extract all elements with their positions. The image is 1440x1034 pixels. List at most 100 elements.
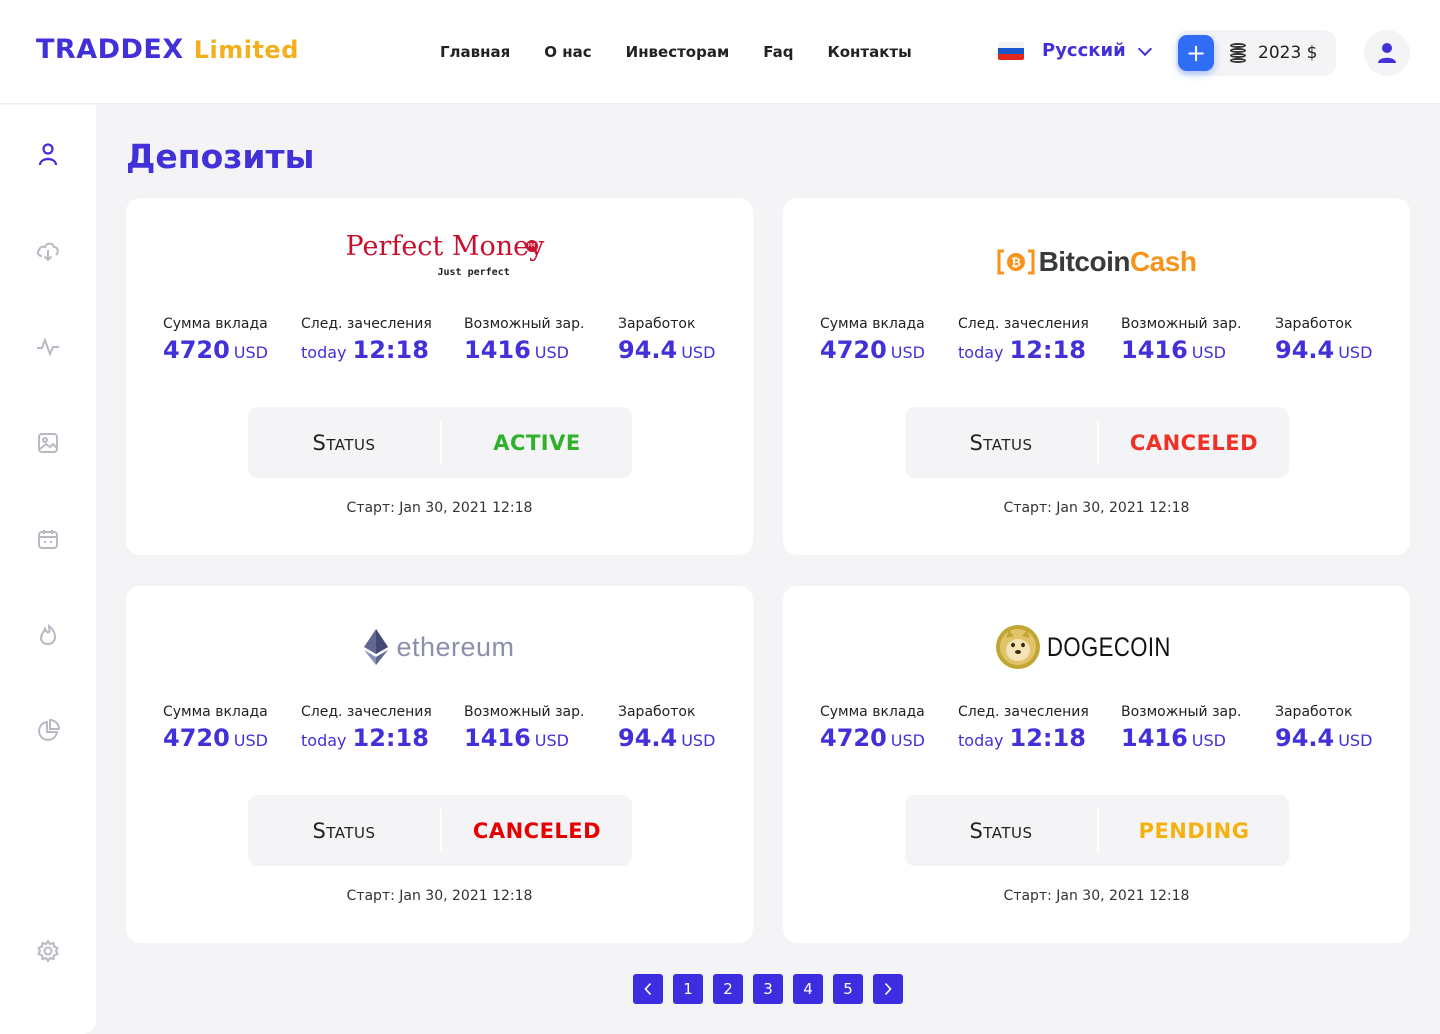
stat-prefix: today — [958, 343, 1004, 362]
logo-text-cash: Cash — [1129, 246, 1197, 277]
dogecoin-icon — [995, 625, 1040, 669]
stat-next-accrual: След. зачесления today 12:18 — [958, 704, 1089, 752]
sidebar — [0, 105, 96, 1034]
stat-possible-earnings: Возможный зар. 1416 USD — [464, 704, 584, 752]
stat-label: След. зачесления — [301, 704, 432, 720]
page-button-5[interactable]: 5 — [833, 974, 863, 1004]
status-label: Status — [969, 818, 1033, 843]
start-date: Старт: Jan 30, 2021 12:18 — [1003, 888, 1190, 904]
language-selector[interactable]: Русский — [998, 40, 1152, 61]
nav-about[interactable]: О нас — [544, 43, 591, 61]
sidebar-item-hot[interactable] — [36, 623, 60, 647]
sidebar-item-gallery[interactable] — [36, 431, 60, 455]
stat-prefix: today — [301, 343, 347, 362]
page-button-2[interactable]: 2 — [713, 974, 743, 1004]
top-header: TRADDEX Limited Главная О нас Инвесторам … — [0, 0, 1440, 104]
stat-value: 12:18 — [352, 724, 429, 752]
site-logo[interactable]: TRADDEX Limited — [36, 34, 299, 65]
stat-prefix: today — [958, 731, 1004, 750]
language-label: Русский — [1042, 40, 1126, 61]
stat-label: След. зачесления — [958, 316, 1089, 332]
chevron-down-icon — [1137, 41, 1152, 56]
stat-next-accrual: След. зачесления today 12:18 — [958, 316, 1089, 364]
deposit-stats: Сумма вклада 4720 USD След. зачесления to… — [820, 704, 1380, 764]
brand-name: TRADDEX — [36, 34, 184, 65]
start-date: Старт: Jan 30, 2021 12:18 — [346, 500, 533, 516]
stat-unit: USD — [681, 731, 716, 750]
plus-icon: + — [1185, 39, 1207, 67]
nav-home[interactable]: Главная — [440, 43, 510, 61]
stat-unit: USD — [1191, 731, 1226, 750]
stat-label: Сумма вклада — [163, 316, 268, 332]
brand-suffix: Limited — [193, 36, 299, 64]
nav-investors[interactable]: Инвесторам — [626, 43, 730, 61]
status-value: ACTIVE — [493, 430, 581, 455]
start-date: Старт: Jan 30, 2021 12:18 — [346, 888, 533, 904]
stat-label: Сумма вклада — [163, 704, 268, 720]
stat-unit: USD — [534, 731, 569, 750]
stat-next-accrual: След. зачесления today 12:18 — [301, 316, 432, 364]
stat-deposit: Сумма вклада 4720 USD — [163, 316, 268, 364]
stat-unit: USD — [1338, 343, 1373, 362]
deposit-stats: Сумма вклада 4720 USD След. зачесления to… — [163, 316, 723, 376]
sidebar-item-stats[interactable] — [36, 719, 60, 743]
stat-value: 94.4 — [618, 724, 678, 752]
stat-value: 94.4 — [618, 336, 678, 364]
logo-tagline: Just perfect — [437, 267, 510, 278]
sidebar-item-activity[interactable] — [36, 335, 60, 359]
stat-earned: Заработок 94.4 USD — [618, 316, 715, 364]
balance-value: 2023 $ — [1258, 43, 1318, 63]
add-funds-button[interactable]: + — [1178, 35, 1214, 71]
logo-text: Perfect Money — [345, 231, 545, 262]
bitcoin-cash-icon: ₿ — [997, 249, 1035, 275]
stat-earned: Заработок 94.4 USD — [1275, 704, 1372, 752]
stat-value: 1416 — [464, 336, 531, 364]
stat-value: 12:18 — [1009, 724, 1086, 752]
next-page-button[interactable] — [873, 974, 903, 1004]
stat-unit: USD — [1338, 731, 1373, 750]
stat-unit: USD — [890, 731, 925, 750]
stat-unit: USD — [1191, 343, 1226, 362]
page-button-1[interactable]: 1 — [673, 974, 703, 1004]
stat-label: Сумма вклада — [820, 704, 925, 720]
nav-faq[interactable]: Faq — [763, 43, 793, 61]
stat-earned: Заработок 94.4 USD — [1275, 316, 1372, 364]
bitcoincash-logo: ₿ Bitcoin Cash — [783, 228, 1410, 284]
perfect-money-logo: Perfect Money Just perfect PM — [126, 228, 753, 284]
stat-prefix: today — [301, 731, 347, 750]
stat-value: 4720 — [163, 724, 230, 752]
stat-label: Возможный зар. — [464, 316, 585, 332]
nav-contacts[interactable]: Контакты — [827, 43, 911, 61]
stat-deposit: Сумма вклада 4720 USD — [820, 316, 925, 364]
stat-value: 1416 — [464, 724, 531, 752]
sidebar-item-profile[interactable] — [36, 143, 60, 167]
stat-unit: USD — [233, 343, 268, 362]
prev-page-button[interactable] — [633, 974, 663, 1004]
ethereum-icon — [364, 629, 389, 665]
coins-icon — [1230, 43, 1246, 63]
page-button-4[interactable]: 4 — [793, 974, 823, 1004]
balance-widget: + 2023 $ — [1176, 30, 1336, 76]
stat-value: 4720 — [163, 336, 230, 364]
cloud-download-icon — [37, 242, 59, 262]
stat-label: Заработок — [618, 316, 696, 332]
user-avatar-button[interactable] — [1364, 30, 1410, 76]
stat-unit: USD — [890, 343, 925, 362]
settings-icon — [37, 939, 59, 963]
stat-label: Заработок — [1275, 316, 1353, 332]
deposit-card: DOGECOIN Сумма вклада 4720 USD След. заче… — [783, 586, 1410, 943]
sidebar-item-settings[interactable] — [36, 939, 60, 963]
page-button-3[interactable]: 3 — [753, 974, 783, 1004]
status-box: Status CANCELED — [248, 795, 632, 866]
logo-badge: PM — [525, 240, 538, 252]
stat-label: След. зачесления — [958, 704, 1089, 720]
page-title: Депозиты — [126, 137, 315, 176]
deposit-stats: Сумма вклада 4720 USD След. зачесления to… — [163, 704, 723, 764]
sidebar-item-calendar[interactable] — [36, 527, 60, 551]
sidebar-item-deposits[interactable] — [36, 239, 60, 263]
status-label: Status — [312, 818, 376, 843]
calendar-icon — [38, 530, 58, 549]
main-nav: Главная О нас Инвесторам Faq Контакты — [440, 43, 912, 61]
svg-text:₿: ₿ — [1011, 256, 1021, 270]
dogecoin-logo: DOGECOIN — [783, 616, 1410, 672]
